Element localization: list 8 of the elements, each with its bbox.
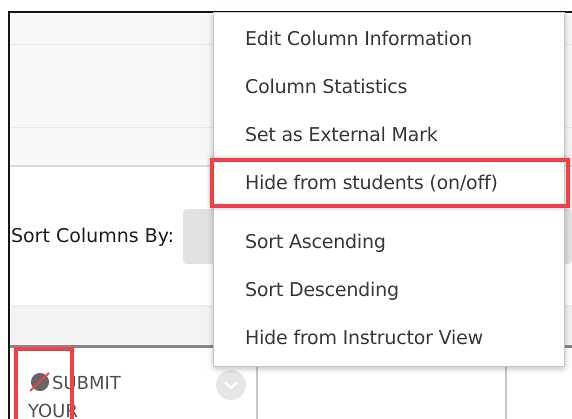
menu-item[interactable]: Sort Descending <box>245 279 399 301</box>
menu-item[interactable]: Edit Column Information <box>245 28 472 50</box>
menu-item[interactable]: Sort Ascending <box>245 231 386 253</box>
menu-item[interactable]: Set as External Mark <box>245 124 438 146</box>
sort-label: Sort Columns By: <box>10 225 174 247</box>
menu-item[interactable]: Column Statistics <box>245 76 408 98</box>
chevron-down-icon[interactable] <box>216 370 246 400</box>
menu-item[interactable]: Hide from students (on/off) <box>245 172 498 194</box>
